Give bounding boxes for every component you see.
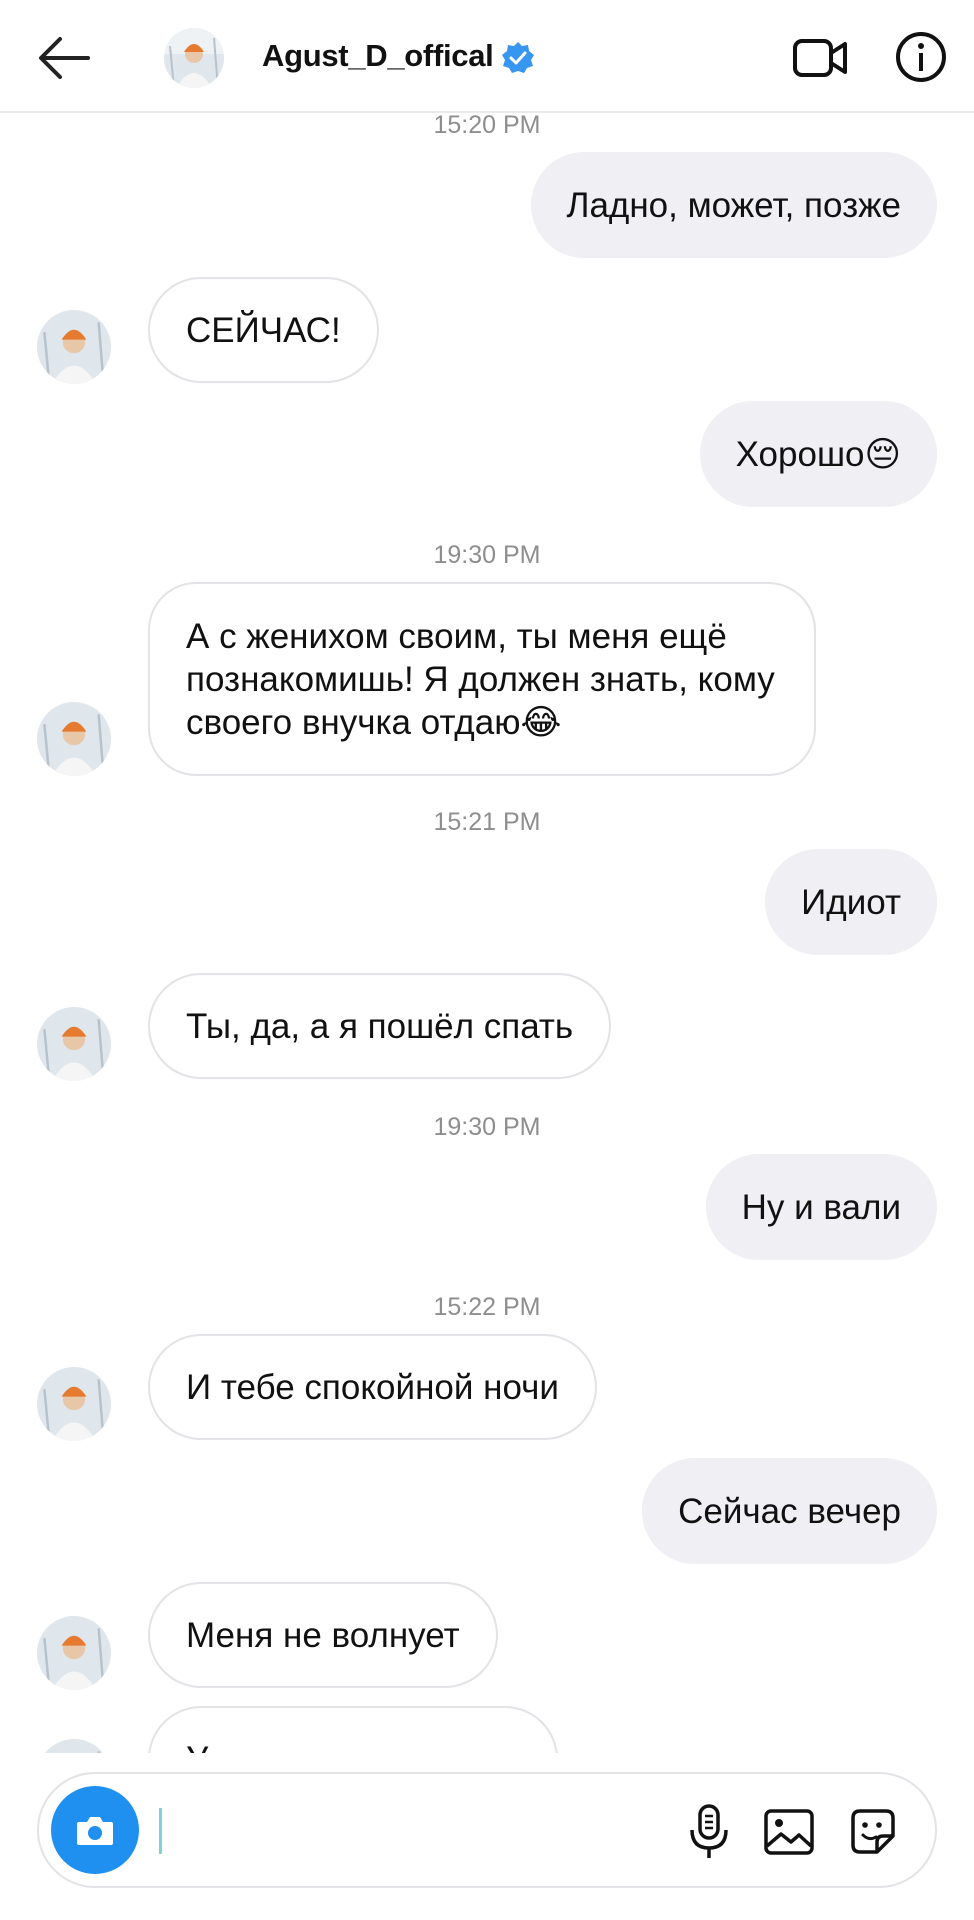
info-icon (896, 32, 946, 82)
timestamp: 15:22 PM (433, 1293, 541, 1321)
outgoing-message[interactable]: Идиот (765, 849, 937, 955)
camera-icon (77, 1817, 113, 1845)
avatar (37, 310, 111, 384)
outgoing-message[interactable]: Ладно, может, позже (530, 152, 937, 258)
timestamp: 19:30 PM (433, 1113, 541, 1141)
verified-badge-icon (500, 40, 536, 76)
back-button[interactable] (34, 28, 94, 88)
voice-message-button[interactable] (681, 1802, 737, 1862)
timestamp: 15:20 PM (433, 113, 541, 139)
avatar (37, 702, 111, 776)
gallery-button[interactable] (761, 1804, 817, 1860)
outgoing-message[interactable]: Хорошо😔 (699, 401, 937, 507)
timestamp: 19:30 PM (433, 541, 541, 569)
timestamp: 15:21 PM (433, 808, 541, 836)
sticker-button[interactable] (845, 1804, 901, 1860)
microphone-icon (690, 1804, 728, 1858)
incoming-message[interactable]: СЕЙЧАС! (148, 277, 379, 383)
arrow-left-icon (39, 37, 90, 79)
avatar (37, 1367, 111, 1441)
message-input[interactable] (157, 1794, 681, 1868)
message-list[interactable]: 15:20 PM Ладно, может, позже СЕЙЧАС! Хор… (0, 113, 974, 1753)
avatar (37, 1739, 111, 1753)
info-button[interactable] (894, 30, 948, 84)
incoming-message[interactable]: А с женихом своим, ты меня ещё познакоми… (148, 582, 816, 776)
chat-header: Agust_D_offical (0, 0, 974, 113)
incoming-message[interactable]: У (148, 1706, 558, 1753)
sticker-icon (851, 1809, 895, 1854)
incoming-message[interactable]: И тебе спокойной ночи (148, 1334, 597, 1440)
incoming-message[interactable]: Ты, да, а я пошёл спать (148, 973, 612, 1079)
text-cursor (159, 1808, 162, 1854)
video-camera-icon (793, 39, 847, 77)
incoming-message[interactable]: Меня не волнует (148, 1582, 498, 1688)
gallery-icon (764, 1809, 814, 1855)
message-composer (37, 1772, 937, 1888)
camera-button[interactable] (51, 1786, 139, 1874)
video-call-button[interactable] (792, 36, 848, 80)
chat-username[interactable]: Agust_D_offical (262, 38, 494, 74)
avatar (37, 1616, 111, 1690)
avatar[interactable] (164, 28, 224, 88)
outgoing-message[interactable]: Сейчас вечер (642, 1458, 937, 1564)
avatar (37, 1007, 111, 1081)
outgoing-message[interactable]: Ну и вали (705, 1154, 937, 1260)
